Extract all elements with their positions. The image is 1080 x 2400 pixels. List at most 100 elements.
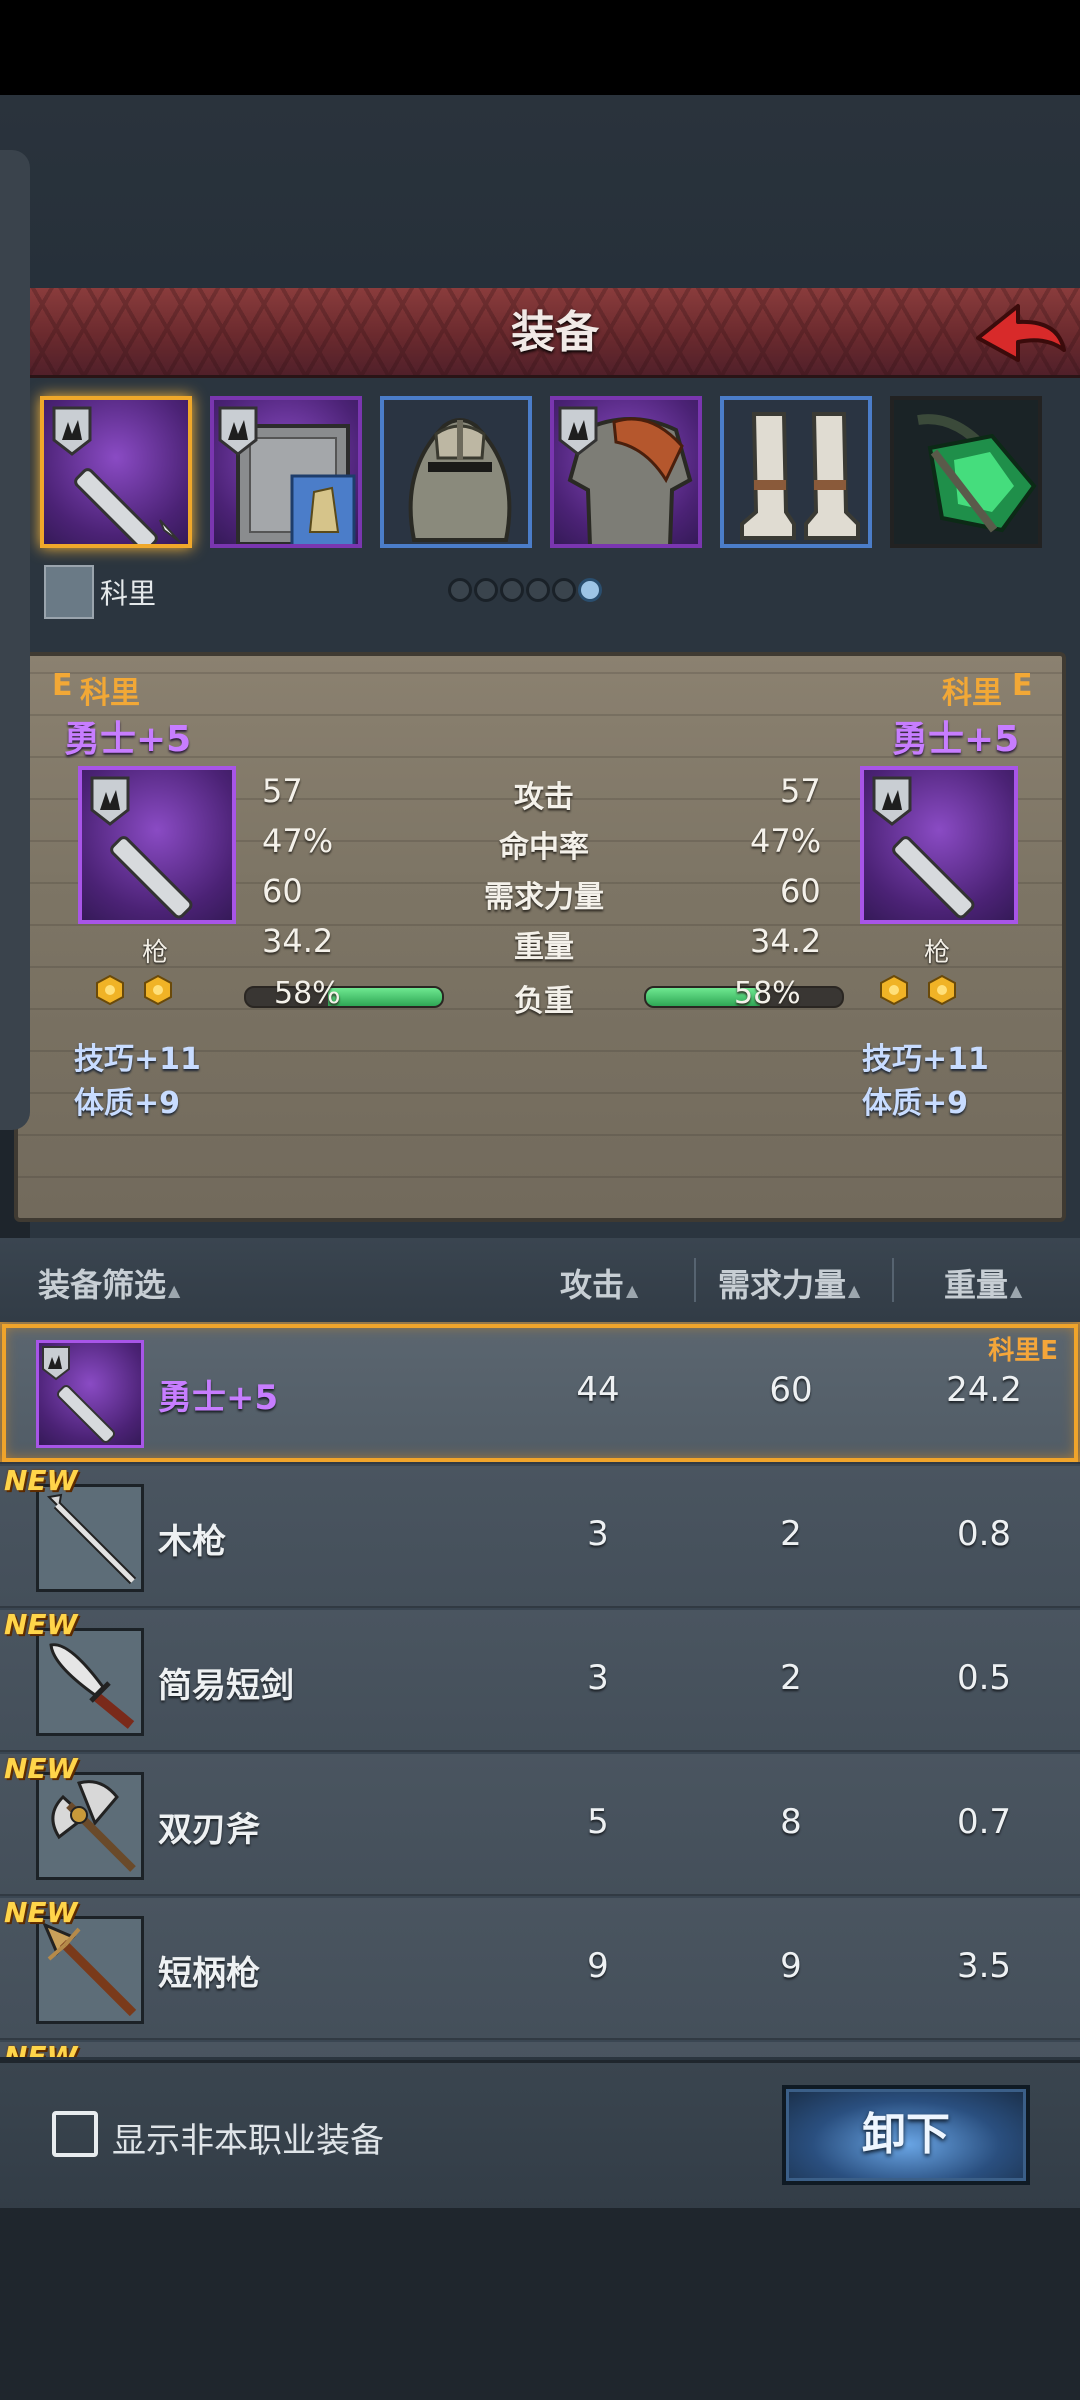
new-badge: NEW bbox=[4, 1464, 78, 1497]
right-weapon-icon bbox=[860, 766, 1018, 924]
label-load: 负重 bbox=[514, 984, 574, 1019]
short-spear-icon bbox=[42, 1922, 137, 2017]
item-weight: 0.5 bbox=[956, 1658, 1012, 1698]
weight-label: 重量 bbox=[944, 1266, 1009, 1304]
left-load-text: 58% bbox=[274, 976, 341, 1011]
page-dot[interactable] bbox=[474, 578, 498, 602]
new-badge: NEW bbox=[4, 1896, 78, 1929]
item-name: 勇士+5 bbox=[158, 1378, 279, 1418]
label-weight: 重量 bbox=[514, 930, 574, 965]
list-item[interactable]: NEW 短柄枪 9 9 3.5 bbox=[0, 1896, 1080, 2040]
footer-bar: 显示非本职业装备 卸下 bbox=[0, 2060, 1080, 2208]
page-dot[interactable] bbox=[526, 578, 550, 602]
left-weapon-icon bbox=[78, 766, 236, 924]
item-name: 短柄枪 bbox=[158, 1954, 260, 1994]
item-weight: 24.2 bbox=[946, 1370, 1022, 1410]
sort-weight[interactable]: 重量 ▲ bbox=[944, 1260, 1022, 1306]
item-attack: 3 bbox=[587, 1514, 609, 1554]
side-drawer-handle[interactable] bbox=[0, 150, 30, 1130]
left-bonus-1: 技巧+11 bbox=[74, 1042, 201, 1077]
sort-arrow-icon: ▲ bbox=[626, 1281, 639, 1300]
spear-icon bbox=[90, 776, 193, 919]
item-icon bbox=[36, 1772, 144, 1880]
socket-gem-icon bbox=[144, 974, 172, 1006]
page-dot[interactable] bbox=[448, 578, 472, 602]
label-hit: 命中率 bbox=[499, 830, 589, 865]
spear-icon bbox=[872, 776, 975, 919]
item-icon bbox=[36, 1916, 144, 2024]
right-bonus-1: 技巧+11 bbox=[862, 1042, 989, 1077]
socket-gem-icon bbox=[880, 974, 908, 1006]
item-name: 木枪 bbox=[158, 1522, 226, 1562]
slot-boots[interactable] bbox=[720, 396, 872, 548]
page-dot[interactable] bbox=[552, 578, 576, 602]
bottom-background bbox=[0, 2208, 1080, 2400]
equipped-tag: 科里E bbox=[988, 1336, 1058, 1366]
right-rank: E bbox=[1012, 668, 1033, 703]
label-attack: 攻击 bbox=[514, 780, 574, 815]
left-rank: E bbox=[52, 668, 73, 703]
back-arrow-icon bbox=[976, 304, 1066, 362]
slot-weapon[interactable] bbox=[40, 396, 192, 548]
left-str-req: 60 bbox=[262, 872, 303, 910]
item-icon bbox=[36, 1484, 144, 1592]
left-weapon-name: 勇士+5 bbox=[64, 719, 192, 760]
item-icon bbox=[36, 1628, 144, 1736]
divider bbox=[892, 1258, 894, 1302]
status-bar bbox=[0, 0, 1080, 95]
item-str-req: 2 bbox=[780, 1658, 802, 1698]
back-button[interactable] bbox=[970, 298, 1070, 370]
page-dot[interactable] bbox=[500, 578, 524, 602]
filter-sort[interactable]: 装备筛选 ▲ bbox=[38, 1260, 180, 1306]
slot-armor[interactable] bbox=[550, 396, 702, 548]
left-hit: 47% bbox=[262, 822, 334, 860]
socket-gem-icon bbox=[96, 974, 124, 1006]
right-attack: 57 bbox=[780, 772, 821, 810]
unequip-label: 卸下 bbox=[862, 2109, 950, 2160]
left-attack: 57 bbox=[262, 772, 303, 810]
list-item[interactable]: NEW 简易短剑 3 2 0.5 bbox=[0, 1608, 1080, 1752]
item-attack: 3 bbox=[587, 1658, 609, 1698]
checkbox-label[interactable]: 显示非本职业装备 bbox=[112, 2113, 384, 2162]
equipment-list[interactable]: 科里E 勇士+5 44 60 24.2 NEW 木枪 3 2 0.8 NEW 简… bbox=[0, 1322, 1080, 2057]
right-bonus-2: 体质+9 bbox=[862, 1086, 969, 1121]
boots-icon bbox=[740, 412, 860, 540]
slot-helmet[interactable] bbox=[380, 396, 532, 548]
item-weight: 0.7 bbox=[956, 1802, 1012, 1842]
new-badge: NEW bbox=[4, 1608, 78, 1641]
hero-name: 科里 bbox=[100, 577, 157, 610]
left-bonus-2: 体质+9 bbox=[74, 1086, 181, 1121]
unequip-button[interactable]: 卸下 bbox=[782, 2085, 1030, 2185]
background-top bbox=[0, 95, 1080, 290]
slot-accessory[interactable] bbox=[890, 396, 1042, 548]
short-sword-icon bbox=[49, 1643, 135, 1729]
sort-attack[interactable]: 攻击 ▲ bbox=[560, 1260, 638, 1306]
attack-label: 攻击 bbox=[560, 1266, 625, 1304]
new-badge: NEW bbox=[4, 2040, 78, 2057]
item-name: 简易短剑 bbox=[158, 1666, 294, 1706]
socket-gem-icon bbox=[928, 974, 956, 1006]
list-item-partial[interactable]: NEW bbox=[0, 2040, 1080, 2057]
comparison-card: E 科里 勇士+5 枪 技巧+11 体质+9 57 47% 60 34.2 攻击… bbox=[14, 652, 1066, 1222]
item-icon bbox=[36, 1340, 144, 1448]
page-dot-active[interactable] bbox=[578, 578, 602, 602]
right-weight: 34.2 bbox=[750, 922, 822, 960]
equipment-slots bbox=[36, 396, 1080, 551]
sort-arrow-icon: ▲ bbox=[848, 1281, 861, 1300]
list-item-selected[interactable]: 科里E 勇士+5 44 60 24.2 bbox=[0, 1322, 1080, 1464]
page-title: 装备 bbox=[511, 307, 599, 358]
item-str-req: 2 bbox=[780, 1514, 802, 1554]
show-other-class-checkbox[interactable] bbox=[52, 2111, 98, 2157]
list-item[interactable]: NEW 双刃斧 5 8 0.7 bbox=[0, 1752, 1080, 1896]
slot-shield[interactable] bbox=[210, 396, 362, 548]
sort-str-req[interactable]: 需求力量 ▲ bbox=[718, 1260, 860, 1306]
spear-icon bbox=[52, 406, 181, 544]
left-load-fill bbox=[328, 988, 442, 1006]
right-weapon-name: 勇士+5 bbox=[892, 719, 1020, 760]
hero-avatar[interactable] bbox=[44, 565, 94, 619]
shield-icon bbox=[218, 406, 356, 544]
list-item[interactable]: NEW 木枪 3 2 0.8 bbox=[0, 1464, 1080, 1608]
panel-header: 装备 bbox=[30, 288, 1080, 378]
left-weapon-type: 枪 bbox=[142, 938, 169, 968]
item-weight: 3.5 bbox=[956, 1946, 1012, 1986]
